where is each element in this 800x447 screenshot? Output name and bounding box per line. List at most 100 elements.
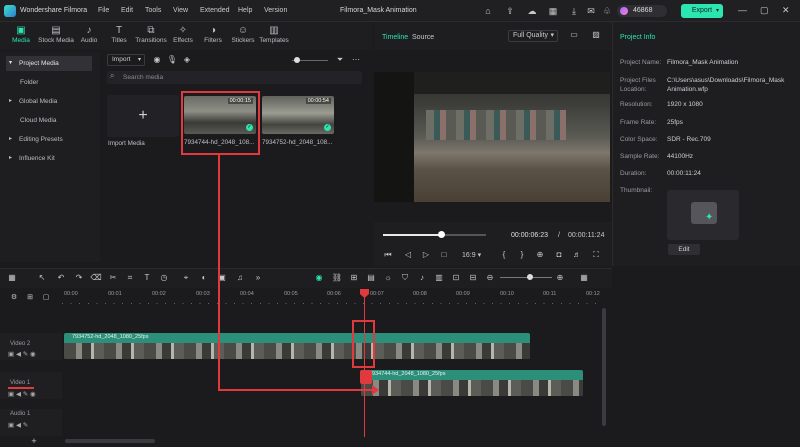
- camera-icon[interactable]: ◘: [553, 249, 565, 261]
- split-icon[interactable]: ✂: [107, 272, 119, 284]
- more-icon[interactable]: ⋯: [350, 54, 362, 66]
- marker-icon[interactable]: ⌖: [180, 272, 192, 284]
- tab-stock-media[interactable]: ▤ Stock Media: [38, 24, 74, 50]
- filter-icon[interactable]: ⏷: [334, 54, 346, 66]
- sidebar-item-cloud-media[interactable]: Cloud Media: [6, 113, 92, 128]
- undo-icon[interactable]: ↶: [55, 272, 67, 284]
- render-icon[interactable]: ▤: [365, 272, 377, 284]
- menu-help[interactable]: Help: [238, 7, 252, 14]
- sun-icon[interactable]: ☼: [382, 272, 394, 284]
- zoom-out-icon[interactable]: ⊖: [484, 272, 496, 284]
- fullscreen-icon[interactable]: ⛶: [590, 249, 602, 261]
- volume-icon[interactable]: ♬: [571, 249, 583, 261]
- sidebar-item-folder[interactable]: Folder: [6, 75, 92, 90]
- redo-icon[interactable]: ↷: [73, 272, 85, 284]
- tab-stickers[interactable]: ☺ Stickers: [228, 24, 258, 50]
- play-icon[interactable]: ▷: [420, 249, 432, 261]
- tab-effects[interactable]: ✧ Effects: [169, 24, 197, 50]
- menu-tools[interactable]: Tools: [145, 7, 161, 14]
- timeline-vertical-scrollbar[interactable]: [602, 308, 606, 426]
- menu-file[interactable]: File: [98, 7, 109, 14]
- ai-tool-icon[interactable]: ◉: [313, 272, 325, 284]
- link-icon[interactable]: ⛓: [331, 272, 343, 284]
- add-track-icon[interactable]: ⚙: [8, 292, 20, 304]
- timeline-clip-video-1[interactable]: 7934744-hd_2048_1080_25fps: [361, 370, 583, 396]
- track-settings-icon[interactable]: ⊞: [24, 292, 36, 304]
- delete-icon[interactable]: ⌫: [90, 272, 102, 284]
- import-media-tile[interactable]: +: [107, 95, 179, 137]
- zoom-slider-handle[interactable]: [527, 274, 533, 280]
- gift-icon[interactable]: ♧: [601, 5, 613, 17]
- speed-icon[interactable]: ◷: [158, 272, 170, 284]
- notification-icon[interactable]: ✉: [585, 5, 597, 17]
- previous-frame-icon[interactable]: ⏮: [382, 249, 394, 261]
- lock-all-icon[interactable]: ▢: [40, 292, 52, 304]
- color-icon[interactable]: ◐: [198, 272, 210, 284]
- aspect-ratio-dropdown[interactable]: 16:9 ▾: [462, 251, 481, 259]
- layout-grid-icon[interactable]: ▦: [578, 272, 590, 284]
- download-icon[interactable]: ⤓: [568, 5, 580, 17]
- track-audio-icon[interactable]: ▣ ◀ ✎: [8, 421, 28, 429]
- render-preview-icon[interactable]: ⊕: [534, 249, 546, 261]
- crop-icon[interactable]: ⌗: [124, 272, 136, 284]
- edit-thumbnail-button[interactable]: Edit: [668, 244, 700, 255]
- minimize-icon[interactable]: —: [738, 5, 747, 15]
- menu-version[interactable]: Version: [264, 7, 287, 14]
- stop-icon[interactable]: □: [438, 249, 450, 261]
- slider-handle[interactable]: [294, 57, 300, 63]
- tab-media[interactable]: ▣ Media: [4, 24, 38, 50]
- tab-templates[interactable]: ▥ Templates: [257, 24, 291, 50]
- tab-filters[interactable]: ◑ Filters: [198, 24, 228, 50]
- timeline-zoom-slider[interactable]: [500, 277, 552, 278]
- add-track-plus-icon[interactable]: +: [28, 435, 40, 447]
- track-video-icon[interactable]: ▣ ◀ ✎ ◉: [8, 390, 36, 398]
- timeline-horizontal-scrollbar[interactable]: [65, 439, 155, 443]
- record-icon[interactable]: ◉: [151, 54, 163, 66]
- sidebar-item-project-media[interactable]: ▾ Project Media: [6, 56, 92, 71]
- sidebar-item-global-media[interactable]: ▸ Global Media: [6, 94, 92, 109]
- media-clip-thumbnail[interactable]: 00:00:54 ✓: [262, 96, 334, 134]
- compare-icon[interactable]: ▭: [568, 29, 580, 41]
- select-tool-icon[interactable]: ↖: [36, 272, 48, 284]
- menu-view[interactable]: View: [173, 7, 188, 14]
- device-icon[interactable]: ⌂: [482, 5, 494, 17]
- import-dropdown[interactable]: Import ▾: [107, 54, 145, 66]
- zoom-in-icon[interactable]: ⊕: [554, 272, 566, 284]
- share-icon[interactable]: ⇪: [504, 5, 516, 17]
- mark-in-icon[interactable]: {: [498, 249, 510, 261]
- voiceover-icon[interactable]: ▥: [433, 272, 445, 284]
- audio-edit-icon[interactable]: ♫: [234, 272, 246, 284]
- search-input[interactable]: Search media: [107, 71, 362, 84]
- layout-icon[interactable]: ▦: [547, 5, 559, 17]
- sidebar-item-influence-kit[interactable]: ▸ Influence Kit: [6, 151, 92, 166]
- tab-audio[interactable]: ♪ Audio: [75, 24, 103, 50]
- tab-transitions[interactable]: ⧉ Transitions: [134, 24, 168, 50]
- tab-timeline-preview[interactable]: Timeline: [382, 34, 408, 41]
- track-video-icon[interactable]: ▣ ◀ ✎ ◉: [8, 350, 36, 358]
- close-icon[interactable]: ✕: [782, 5, 790, 16]
- cloud-icon[interactable]: ☁: [526, 5, 538, 17]
- snap-icon[interactable]: ⊞: [348, 272, 360, 284]
- shield-icon[interactable]: ⛉: [399, 272, 411, 284]
- text-icon[interactable]: T: [141, 272, 153, 284]
- insert-icon[interactable]: ⊡: [450, 272, 462, 284]
- export-button[interactable]: Export: [681, 4, 723, 18]
- tab-titles[interactable]: T Titles: [104, 24, 134, 50]
- mark-out-icon[interactable]: }: [516, 249, 528, 261]
- microphone-icon[interactable]: 🎙: [166, 54, 178, 66]
- quality-dropdown[interactable]: Full Quality ▾: [508, 30, 558, 42]
- menu-edit[interactable]: Edit: [121, 7, 133, 14]
- sidebar-item-editing-presets[interactable]: ▸ Editing Presets: [6, 132, 92, 147]
- tab-source-preview[interactable]: Source: [412, 34, 434, 41]
- menu-extended[interactable]: Extended: [200, 7, 230, 14]
- timeline-clip-video-2[interactable]: 7934752-hd_2048_1080_25fps: [64, 333, 530, 359]
- replace-icon[interactable]: ⊟: [467, 272, 479, 284]
- step-back-icon[interactable]: ◁: [402, 249, 414, 261]
- grid-icon[interactable]: ▦: [6, 272, 18, 284]
- more-tools-icon[interactable]: »: [252, 272, 264, 284]
- snapshot-icon[interactable]: ▨: [590, 29, 602, 41]
- playback-scrubber[interactable]: [438, 231, 445, 238]
- maximize-icon[interactable]: ▢: [760, 5, 769, 16]
- mic-icon[interactable]: ♪: [416, 272, 428, 284]
- ai-icon[interactable]: ◈: [181, 54, 193, 66]
